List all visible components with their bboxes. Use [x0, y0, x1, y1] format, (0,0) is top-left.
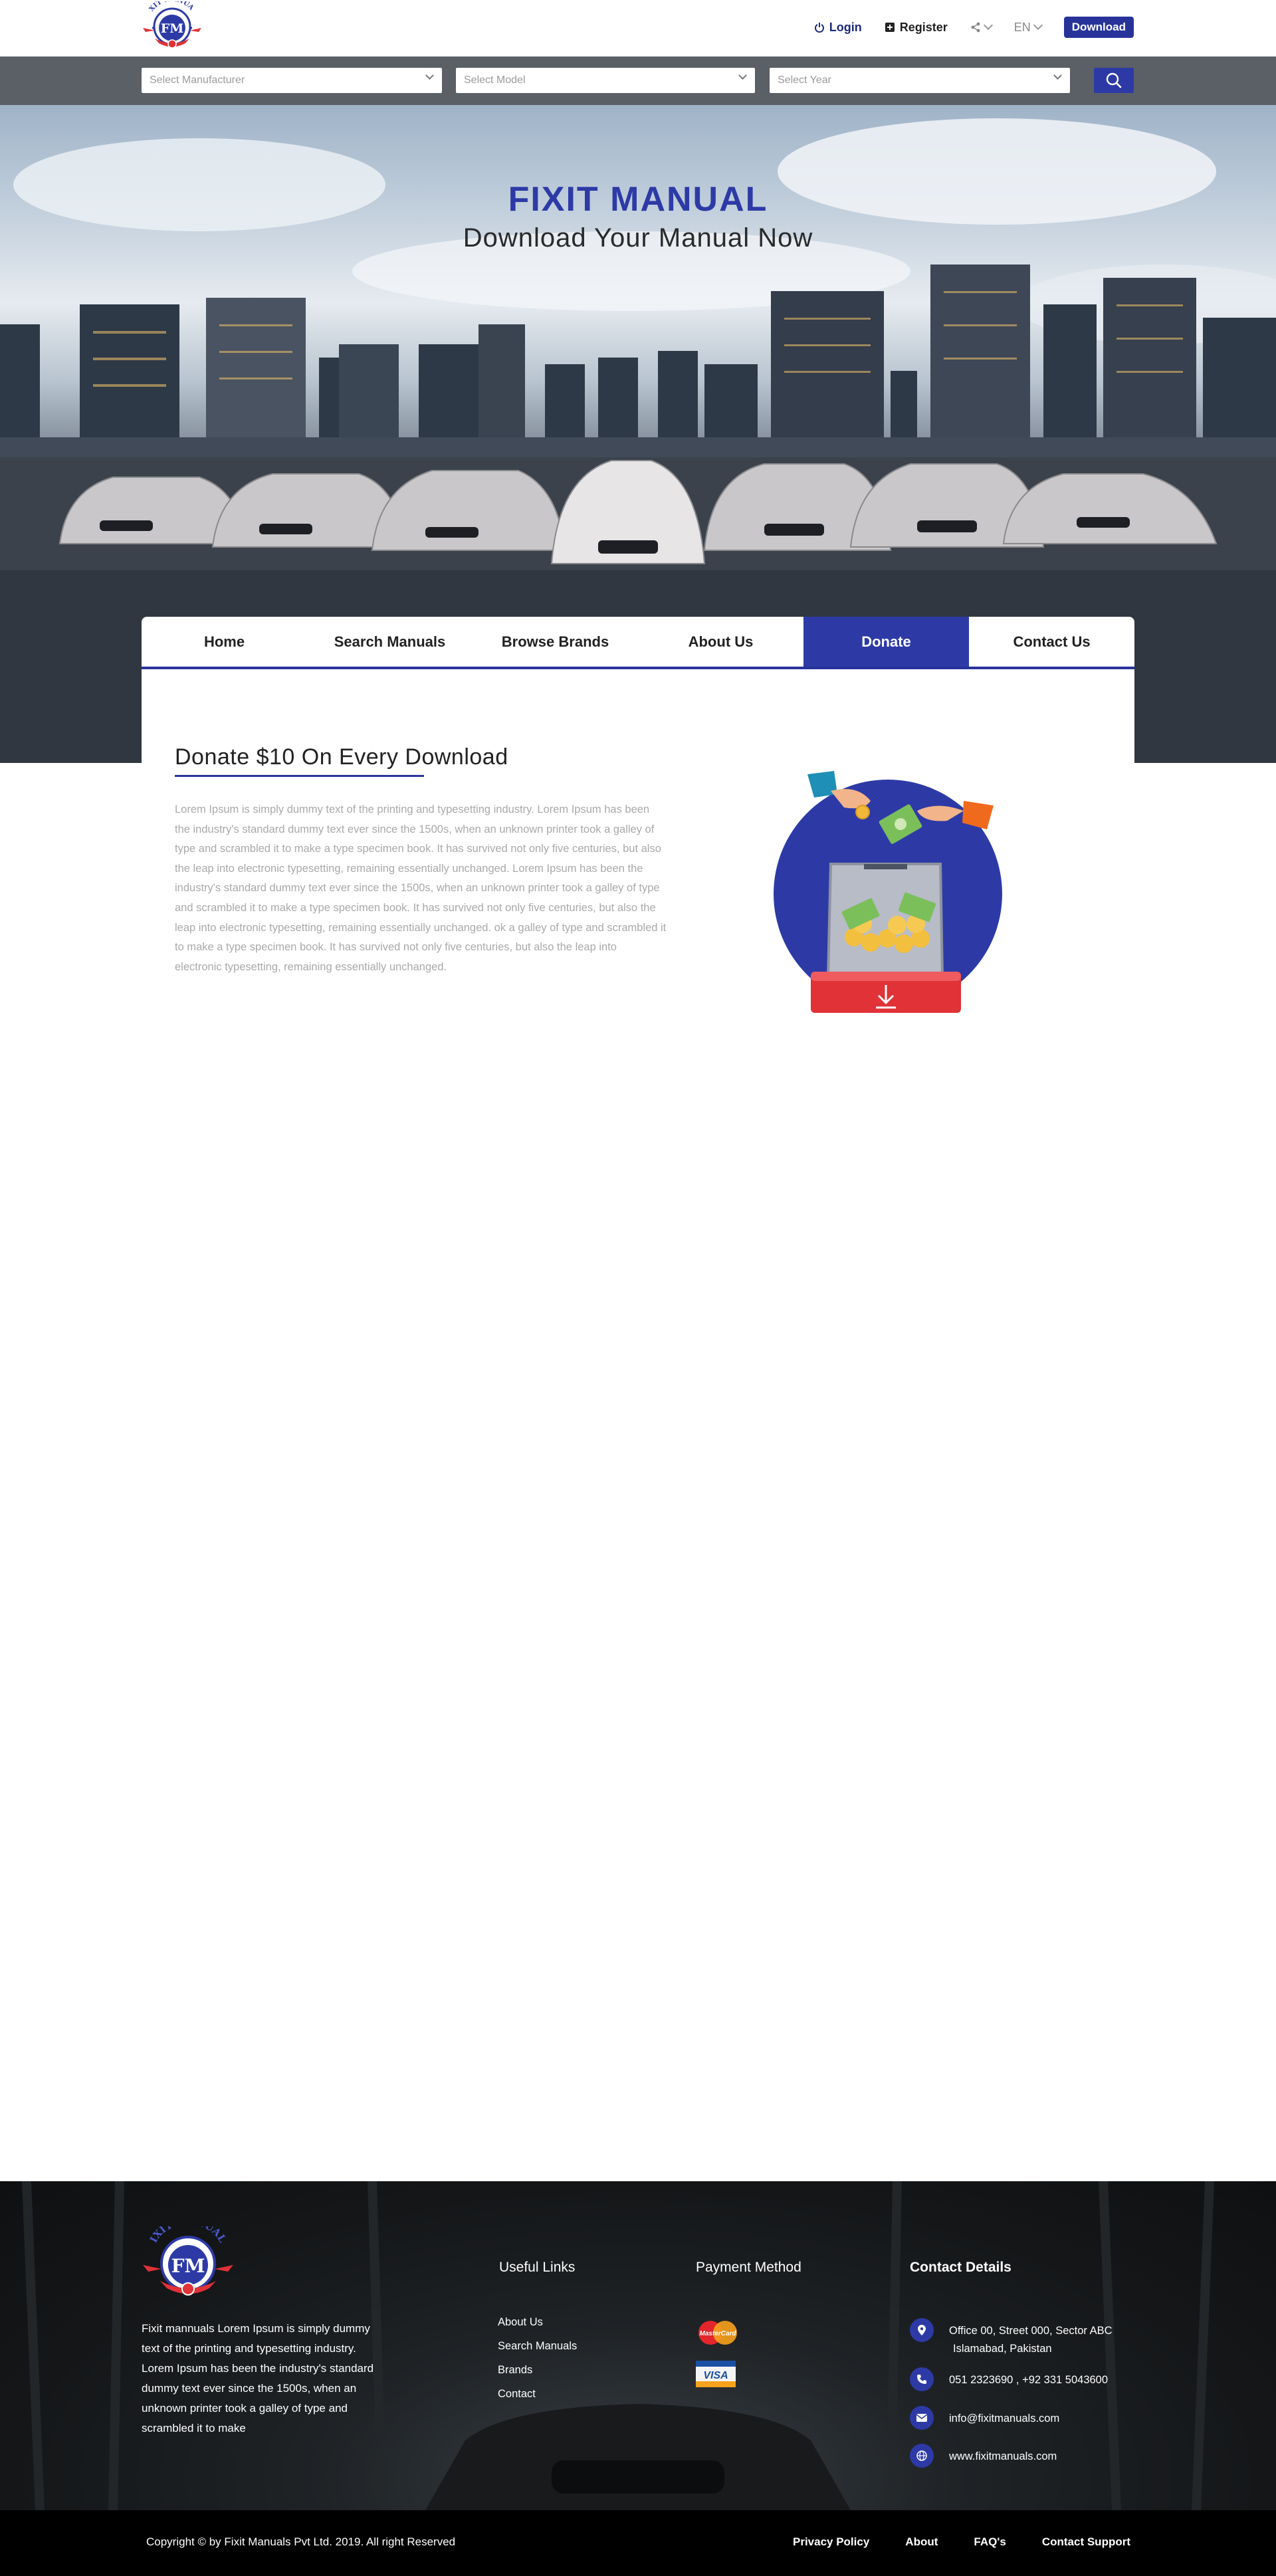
site-logo[interactable]: FM FIXIT MANUALS	[139, 0, 203, 54]
mail-icon	[910, 2406, 934, 2430]
svg-text:VISA: VISA	[703, 2370, 728, 2381]
hero-title: FIXIT MANUAL	[508, 180, 768, 219]
svg-text:FM: FM	[171, 2255, 205, 2277]
footer: FM FIXIT MANUALS Fixit mannuals Lorem Ip…	[0, 2181, 1276, 2510]
phone-icon	[910, 2367, 934, 2391]
language-label: EN	[1013, 20, 1031, 34]
top-links: Login Register EN Download	[814, 17, 1134, 38]
visa-icon: VISA	[696, 2361, 736, 2387]
search-bar: Select Manufacturer Select Model Select …	[0, 56, 1276, 105]
model-placeholder: Select Model	[464, 74, 526, 86]
contact-support-link[interactable]: Contact Support	[1042, 2535, 1130, 2549]
payment-method-heading: Payment Method	[696, 2260, 801, 2275]
contact-details-heading: Contact Details	[910, 2260, 1011, 2275]
location-icon	[910, 2318, 934, 2342]
search-button[interactable]	[1094, 68, 1134, 93]
contact-email: info@fixitmanuals.com	[910, 2406, 1059, 2430]
contact-address: Office 00, Street 000, Sector ABC Islama…	[910, 2318, 1113, 2358]
power-icon	[814, 23, 824, 33]
language-selector[interactable]: EN	[1013, 20, 1043, 35]
register-label: Register	[899, 20, 948, 34]
globe-icon	[910, 2444, 934, 2468]
address-line2: Islamabad, Pakistan	[953, 2343, 1052, 2355]
manufacturer-placeholder: Select Manufacturer	[150, 74, 245, 86]
footer-link-brands[interactable]: Brands	[498, 2362, 577, 2379]
chevron-down-icon	[1033, 20, 1043, 31]
copyright-bar: Copyright © by Fixit Manuals Pvt Ltd. 20…	[0, 2510, 1276, 2576]
nav-home[interactable]: Home	[142, 617, 307, 667]
share-icon	[971, 22, 980, 33]
nav-donate[interactable]: Donate	[803, 617, 969, 667]
nav-contact-us[interactable]: Contact Us	[969, 617, 1134, 667]
nav-search-manuals[interactable]: Search Manuals	[307, 617, 473, 667]
useful-links-list: About Us Search Manuals Brands Contact	[498, 2314, 577, 2403]
register-link[interactable]: Register	[885, 21, 948, 35]
about-link[interactable]: About	[905, 2535, 938, 2549]
bottom-links: Privacy Policy About FAQ's Contact Suppo…	[793, 2535, 1130, 2549]
chevron-down-icon	[738, 71, 747, 80]
copyright-text: Copyright © by Fixit Manuals Pvt Ltd. 20…	[146, 2535, 456, 2548]
year-placeholder: Select Year	[778, 74, 831, 86]
address-line1: Office 00, Street 000, Sector ABC	[949, 2325, 1113, 2337]
nav-browse-brands[interactable]: Browse Brands	[473, 617, 638, 667]
share-dropdown[interactable]	[970, 20, 993, 33]
login-label: Login	[829, 20, 862, 34]
footer-logo[interactable]: FM FIXIT MANUALS	[138, 2215, 235, 2304]
phone-numbers[interactable]: 051 2323690 , +92 331 5043600	[949, 2371, 1108, 2389]
title-underline	[175, 775, 424, 777]
chevron-down-icon	[983, 20, 993, 31]
donation-box-illustration	[774, 771, 1002, 1013]
hero-subtitle: Download Your Manual Now	[463, 223, 813, 253]
manufacturer-select[interactable]: Select Manufacturer	[142, 68, 442, 93]
footer-link-contact[interactable]: Contact	[498, 2386, 577, 2403]
year-select[interactable]: Select Year	[770, 68, 1070, 93]
useful-links-heading: Useful Links	[499, 2260, 576, 2275]
donate-description: Lorem Ipsum is simply dummy text of the …	[175, 804, 667, 973]
website-url[interactable]: www.fixitmanuals.com	[949, 2448, 1057, 2466]
model-select[interactable]: Select Model	[456, 68, 755, 93]
search-icon	[1106, 72, 1122, 88]
main-nav: Home Search Manuals Browse Brands About …	[142, 617, 1134, 669]
footer-about-text: Fixit mannuals Lorem Ipsum is simply dum…	[142, 2322, 374, 2434]
footer-link-search-manuals[interactable]: Search Manuals	[498, 2338, 577, 2355]
login-link[interactable]: Login	[814, 21, 862, 35]
faq-link[interactable]: FAQ's	[974, 2535, 1006, 2549]
logo-initials: FM	[161, 21, 184, 36]
contact-website: www.fixitmanuals.com	[910, 2444, 1057, 2468]
contact-phone: 051 2323690 , +92 331 5043600	[910, 2367, 1108, 2391]
mastercard-icon: MasterCard	[698, 2321, 737, 2345]
nav-about-us[interactable]: About Us	[638, 617, 803, 667]
email-address[interactable]: info@fixitmanuals.com	[949, 2410, 1059, 2428]
chevron-down-icon	[1053, 71, 1062, 80]
plus-square-icon	[885, 23, 895, 32]
donate-title: Donate $10 On Every Download	[175, 744, 508, 770]
chevron-down-icon	[425, 71, 434, 80]
footer-link-about-us[interactable]: About Us	[498, 2314, 577, 2331]
svg-text:MasterCard: MasterCard	[699, 2330, 736, 2337]
download-button[interactable]: Download	[1063, 17, 1134, 38]
top-header: FM FIXIT MANUALS Login Register	[0, 0, 1276, 56]
privacy-policy-link[interactable]: Privacy Policy	[793, 2535, 869, 2549]
